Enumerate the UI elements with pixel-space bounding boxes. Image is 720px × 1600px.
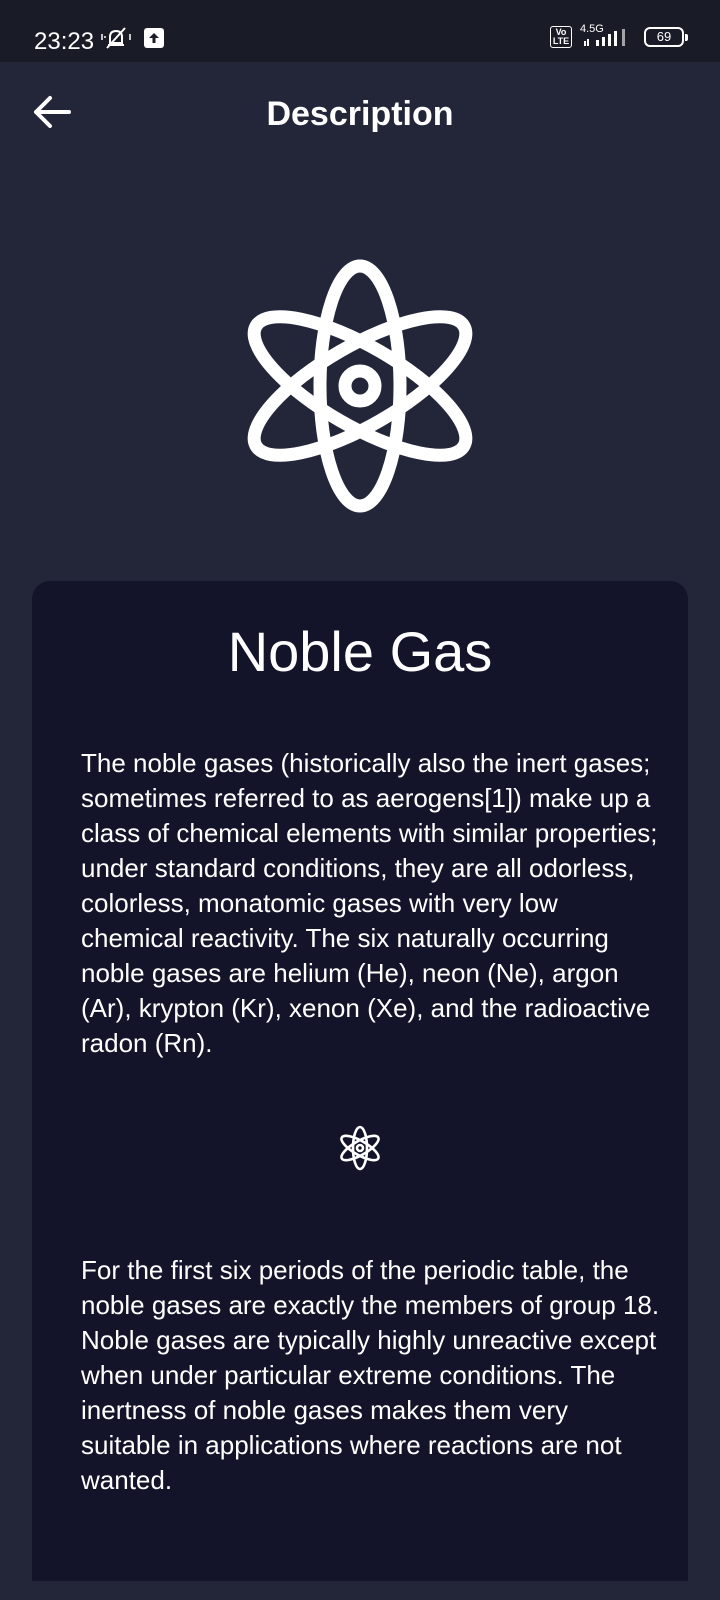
- status-left-icons: [100, 26, 164, 50]
- status-bar: 23:23 Vo LTE 4.5G 69: [0, 0, 720, 62]
- description-paragraph: For the first six periods of the periodi…: [81, 1255, 660, 1495]
- upload-icon: [144, 28, 164, 48]
- status-right-icons: Vo LTE 4.5G 69: [550, 24, 688, 50]
- atom-icon: [340, 1125, 380, 1171]
- muted-bell-icon: [101, 27, 131, 49]
- volte-icon: Vo LTE: [550, 26, 572, 48]
- signal-indicator: 4.5G: [578, 24, 634, 50]
- page-title: Description: [266, 95, 454, 133]
- atom-icon: [247, 259, 473, 513]
- description-paragraph: The noble gases (historically also the i…: [81, 748, 658, 1058]
- battery-indicator: 69: [644, 27, 688, 47]
- status-time: 23:23: [34, 28, 95, 55]
- description-card: Noble Gas The noble gases (historically …: [32, 581, 688, 1581]
- signal-bars-icon: [584, 29, 625, 46]
- card-title: Noble Gas: [227, 620, 493, 683]
